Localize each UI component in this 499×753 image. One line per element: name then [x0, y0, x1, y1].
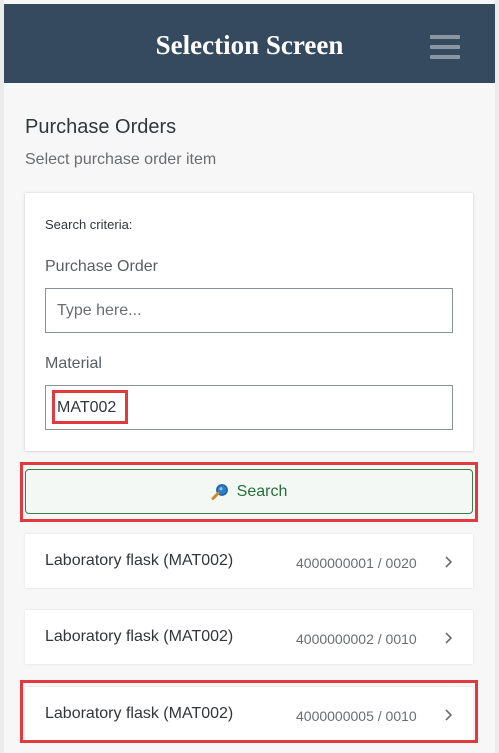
purchase-order-input[interactable] [45, 288, 453, 333]
material-input[interactable] [45, 385, 453, 430]
page-title: Purchase Orders [25, 116, 177, 138]
list-item-title: Laboratory flask (MAT002) [45, 628, 234, 645]
list-item-number: 4000000005 / 0010 [296, 708, 417, 724]
search-button-label: Search [236, 482, 288, 500]
list-item[interactable]: Laboratory flask (MAT002) 4000000005 / 0… [25, 687, 473, 741]
chevron-right-icon [445, 632, 453, 644]
search-icon [211, 483, 228, 500]
search-button[interactable]: Search [25, 469, 473, 514]
hamburger-icon[interactable] [430, 35, 460, 59]
purchase-order-label: Purchase Order [45, 258, 158, 275]
chevron-right-icon [445, 556, 453, 568]
search-criteria-panel: Search criteria: Purchase Order Material [25, 193, 473, 451]
list-item-number: 4000000002 / 0010 [296, 631, 417, 647]
list-item-number: 4000000001 / 0020 [296, 555, 417, 571]
list-item[interactable]: Laboratory flask (MAT002) 4000000002 / 0… [25, 610, 473, 664]
list-item-title: Laboratory flask (MAT002) [45, 552, 234, 569]
app-header: Selection Screen [4, 4, 495, 83]
list-item-title: Laboratory flask (MAT002) [45, 705, 234, 722]
chevron-right-icon [445, 709, 453, 721]
list-item[interactable]: Laboratory flask (MAT002) 4000000001 / 0… [25, 534, 473, 588]
page-subtitle: Select purchase order item [25, 151, 217, 168]
material-label: Material [45, 355, 102, 372]
header-title: Selection Screen [155, 30, 344, 60]
search-criteria-label: Search criteria: [45, 217, 133, 232]
